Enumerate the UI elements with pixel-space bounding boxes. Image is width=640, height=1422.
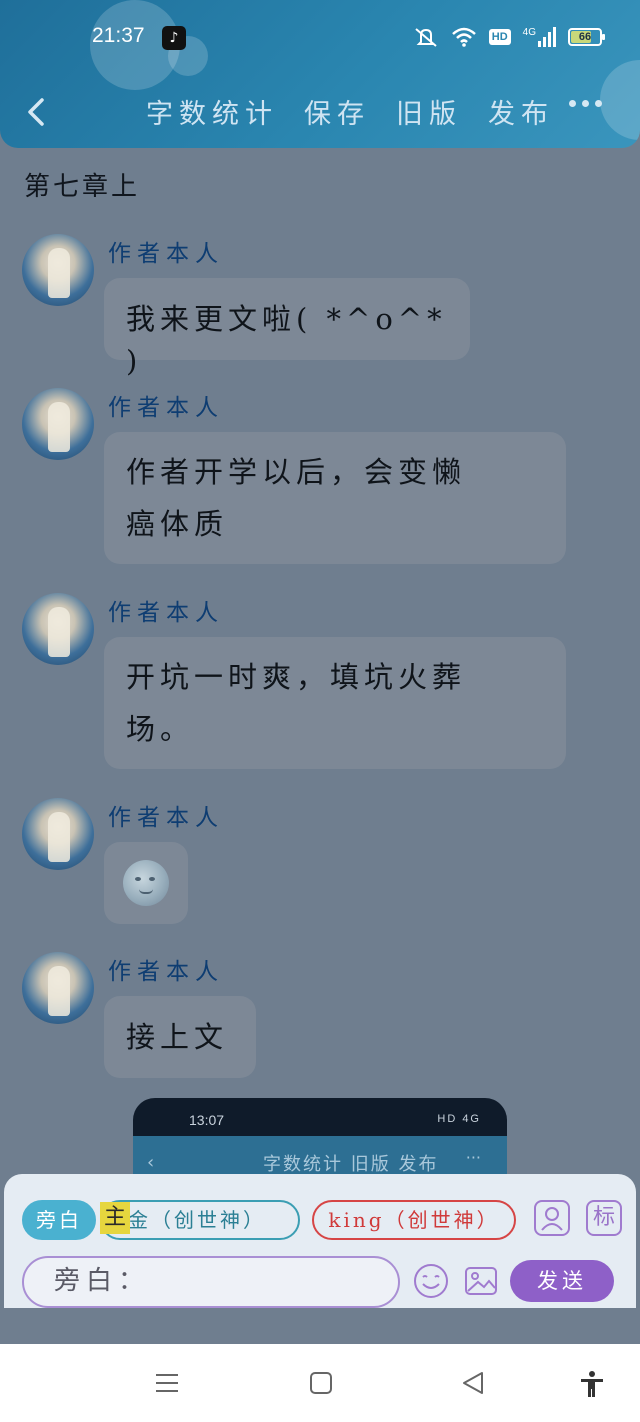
sender-name: 作者本人 [108,959,224,985]
network-label: 4G [522,27,536,38]
message-bubble[interactable] [104,842,188,924]
status-icons: HD 4G 66 [413,26,605,48]
message-text-line: 场。 [126,712,195,746]
embedded-time: 13:07 [189,1112,225,1128]
message-item[interactable]: 作者本人 我来更文啦( *^o^* ) [22,234,622,378]
word-count-button[interactable]: 字数统计 [146,92,278,131]
message-bubble[interactable]: 作者开学以后，会变懒 癌体质 [104,432,566,564]
embedded-nav: ‹ 字数统计 旧版 发布 ··· [133,1136,507,1178]
role-jin-button[interactable]: 金（创世神） [100,1200,300,1240]
chevron-left-icon[interactable] [22,94,52,130]
message-item[interactable]: 作者本人 开坑一时爽，填坑火葬 场。 [22,593,622,773]
status-time: 21:37 [92,24,145,47]
role-narrator-button[interactable]: 旁白 [22,1200,96,1240]
message-bubble[interactable]: 开坑一时爽，填坑火葬 场。 [104,637,566,769]
message-bubble[interactable]: 接上文 [104,996,256,1078]
message-item[interactable]: 作者本人 [22,798,622,928]
tag-button[interactable]: 标 [586,1200,622,1236]
avatar[interactable] [22,388,94,460]
input-panel: 旁白 金（创世神） 主 king（创世神） 标 旁白： 发送 [4,1174,636,1308]
message-item[interactable]: 作者本人 接上文 [22,952,622,1082]
chapter-title[interactable]: 第七章上 [24,166,140,203]
message-text: 接上文 [126,1020,229,1054]
message-item[interactable]: 作者本人 作者开学以后，会变懒 癌体质 [22,388,622,568]
avatar[interactable] [22,593,94,665]
role-king-button[interactable]: king（创世神） [312,1200,516,1240]
message-text-line: 作者开学以后，会变懒 [126,455,467,489]
sender-name: 作者本人 [108,395,224,421]
embedded-back-icon: ‹ [147,1152,155,1173]
nav-actions: 字数统计 保存 旧版 发布 [146,92,554,131]
avatar[interactable] [22,952,94,1024]
image-icon[interactable] [462,1262,500,1300]
home-square-icon[interactable] [308,1370,334,1396]
message-text-line: 癌体质 [126,507,229,541]
menu-icon[interactable] [154,1370,180,1396]
sender-name: 作者本人 [108,600,224,626]
sender-name: 作者本人 [108,241,224,267]
avatar[interactable] [22,234,94,306]
send-button[interactable]: 发送 [510,1260,614,1302]
battery-icon: 66 [568,28,605,46]
embedded-nav-text: 字数统计 旧版 发布 [263,1154,439,1175]
message-bubble[interactable]: 我来更文啦( *^o^* ) [104,278,470,378]
highlight-mark: 主 [100,1202,130,1234]
emoji-icon[interactable] [412,1262,450,1300]
wifi-icon [451,27,476,47]
embedded-status: HD 4G [437,1113,481,1125]
app-header: 21:37 ♪ HD 4G 66 字数统计 保存 旧版 发布 [0,0,640,148]
embedded-more-icon: ··· [465,1148,481,1167]
message-text: 我来更文啦( *^o^* ) [126,302,447,378]
embedded-screenshot-image[interactable]: 13:07 HD 4G ‹ 字数统计 旧版 发布 ··· [133,1098,507,1178]
hd-icon: HD [488,29,511,45]
system-nav-bar [0,1344,640,1422]
mute-icon [415,28,437,47]
battery-level: 66 [578,31,592,43]
nav-bar: 字数统计 保存 旧版 发布 [0,84,640,138]
more-dots-icon[interactable] [569,100,602,107]
signal-4g-icon: 4G [523,27,556,47]
panel-gap [0,1308,640,1344]
accessibility-icon[interactable] [578,1370,606,1398]
save-button[interactable]: 保存 [304,92,370,131]
avatar[interactable] [22,798,94,870]
user-card-icon[interactable] [534,1200,570,1236]
old-version-button[interactable]: 旧版 [396,92,462,131]
message-input[interactable]: 旁白： [22,1256,400,1308]
moon-face-icon [123,860,169,906]
back-triangle-icon[interactable] [460,1370,486,1396]
sender-name: 作者本人 [108,805,224,831]
tiktok-icon: ♪ [162,26,186,50]
status-bar: 21:37 ♪ HD 4G 66 [0,0,640,80]
publish-button[interactable]: 发布 [488,92,554,131]
message-text-line: 开坑一时爽，填坑火葬 [126,660,467,694]
